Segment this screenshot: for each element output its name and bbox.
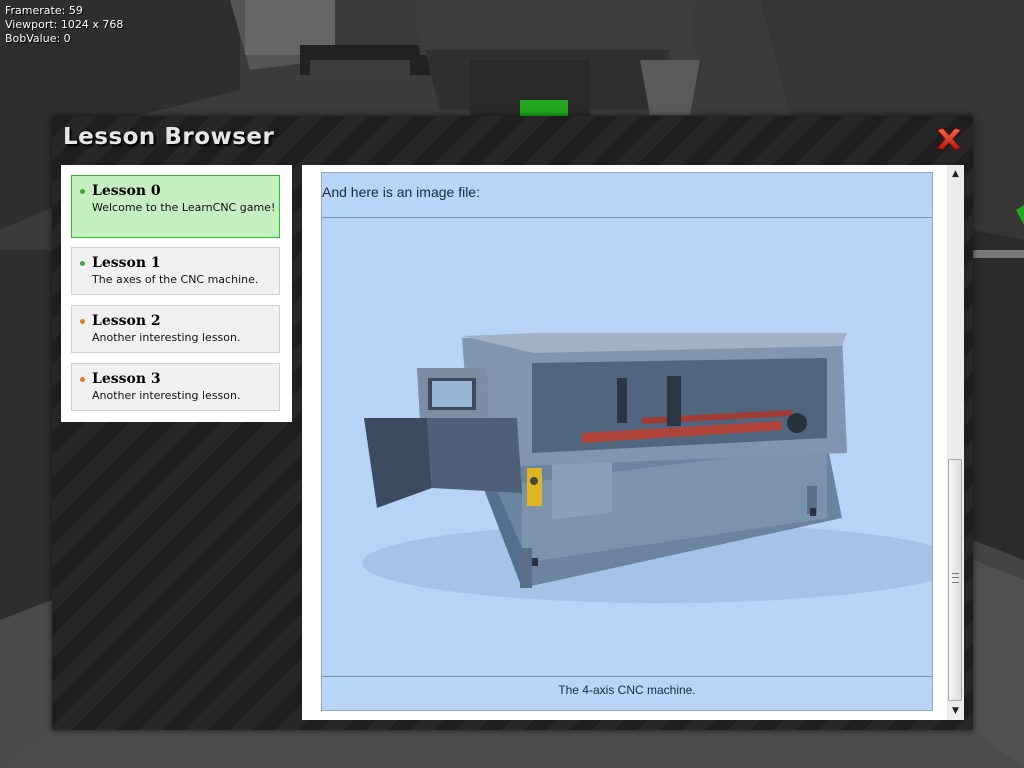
debug-hud: Framerate: 59 Viewport: 1024 x 768 BobVa… xyxy=(5,4,123,46)
window-title: Lesson Browser xyxy=(63,124,275,150)
lesson-content: And here is an image file: The 4-axis CN… xyxy=(321,172,933,711)
framerate-readout: Framerate: 59 xyxy=(5,4,83,17)
intro-text: And here is an image file: xyxy=(322,184,480,200)
scroll-up-arrow-icon[interactable]: ▲ xyxy=(947,166,964,182)
lesson-title: Lesson 2 xyxy=(92,313,161,329)
close-x-icon xyxy=(936,127,962,151)
lesson-title: Lesson 1 xyxy=(92,255,161,271)
vertical-scrollbar[interactable]: ▲ ▼ xyxy=(947,165,964,720)
close-button[interactable] xyxy=(934,126,964,152)
lesson-list: Lesson 0 Welcome to the LearnCNC game! L… xyxy=(61,165,292,422)
lesson-item-1[interactable]: Lesson 1 The axes of the CNC machine. xyxy=(71,247,280,295)
lesson-browser-window: Lesson Browser Lesson 0 Welcome to the L… xyxy=(52,116,973,730)
lesson-description: Welcome to the LearnCNC game! xyxy=(92,201,276,214)
lesson-status-dot xyxy=(80,189,85,194)
image-caption: The 4-axis CNC machine. xyxy=(558,683,696,697)
lesson-content-pane[interactable]: And here is an image file: The 4-axis CN… xyxy=(302,165,964,720)
scroll-thumb[interactable] xyxy=(948,459,962,701)
scroll-grip-icon xyxy=(952,573,959,583)
lesson-item-2[interactable]: Lesson 2 Another interesting lesson. xyxy=(71,305,280,353)
bobvalue-readout: BobValue: 0 xyxy=(5,32,71,45)
cnc-machine-image xyxy=(322,217,932,677)
lesson-title: Lesson 0 xyxy=(92,183,161,199)
lesson-title: Lesson 3 xyxy=(92,371,161,387)
lesson-status-dot xyxy=(80,319,85,324)
scroll-down-arrow-icon[interactable]: ▼ xyxy=(947,703,964,719)
lesson-item-0[interactable]: Lesson 0 Welcome to the LearnCNC game! xyxy=(71,175,280,238)
lesson-description: Another interesting lesson. xyxy=(92,331,241,344)
lesson-status-dot xyxy=(80,261,85,266)
viewport-readout: Viewport: 1024 x 768 xyxy=(5,18,124,31)
lesson-item-3[interactable]: Lesson 3 Another interesting lesson. xyxy=(71,363,280,411)
cnc-machine-illustration xyxy=(362,333,932,603)
lesson-description: Another interesting lesson. xyxy=(92,389,241,402)
lesson-status-dot xyxy=(80,377,85,382)
lesson-description: The axes of the CNC machine. xyxy=(92,273,259,286)
